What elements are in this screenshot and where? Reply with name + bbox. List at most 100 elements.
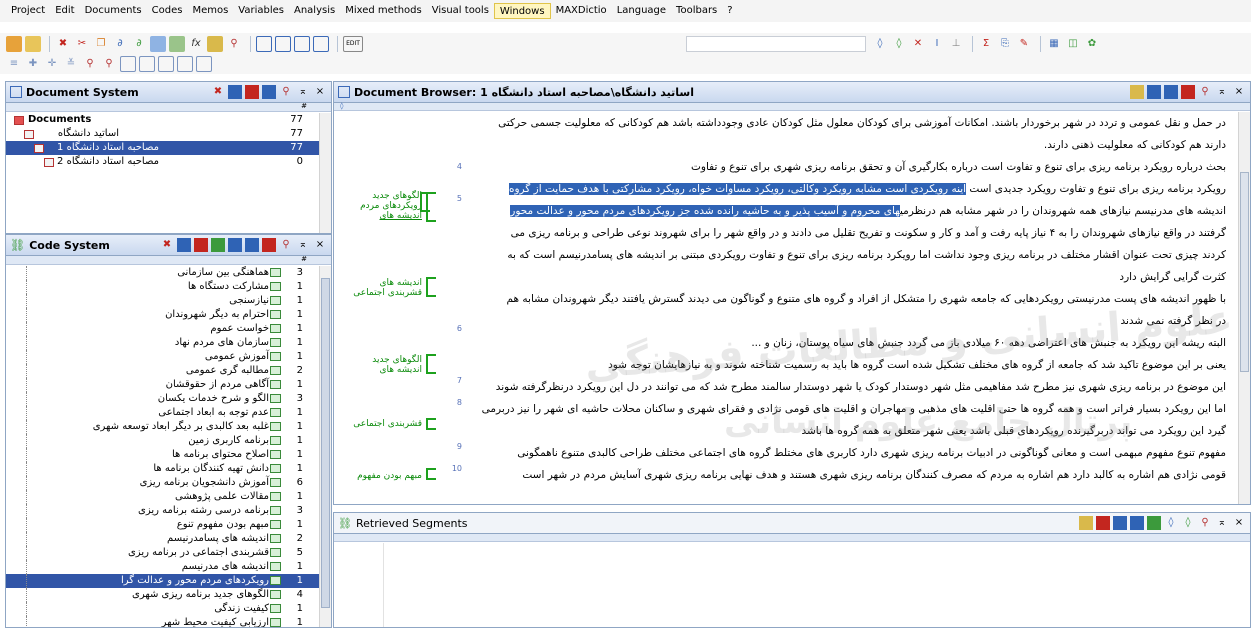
pin-icon[interactable]: ⌅ <box>1215 516 1229 530</box>
memo-icon[interactable] <box>207 36 223 52</box>
code-item[interactable]: آگاهی مردم از حقوقشان 1 <box>6 378 319 392</box>
doc-search-icon[interactable]: ⚲ <box>279 85 293 99</box>
code-system-scrollbar[interactable] <box>319 266 331 627</box>
close-pane-icon[interactable]: × <box>1232 85 1246 99</box>
tag-icon[interactable]: ⎘ <box>997 36 1013 52</box>
code-search-icon[interactable]: ⚲ <box>279 238 293 252</box>
retrieved-window-icon[interactable] <box>313 36 329 52</box>
code-item[interactable]: رویکردهای مردم محور و عدالت گرا 1 <box>6 574 319 588</box>
close-codes-icon[interactable]: ✖ <box>160 238 174 252</box>
add-icon[interactable]: ✛ <box>44 56 60 72</box>
code-view-icon[interactable] <box>177 238 191 252</box>
margin-code-label[interactable]: رویکردهای مردم <box>360 201 422 211</box>
grid-icon[interactable] <box>169 36 185 52</box>
expand-all-icon[interactable]: ✚ <box>25 56 41 72</box>
layout-icon[interactable] <box>139 56 155 72</box>
menu-item[interactable]: Codes <box>147 3 188 19</box>
search-icon[interactable]: ⚲ <box>226 36 242 52</box>
margin-code-label[interactable]: الگوهای جدید <box>372 355 422 365</box>
code-bracket-icon[interactable] <box>426 277 436 297</box>
menu-item[interactable]: Edit <box>50 3 79 19</box>
retrieved-export-icon[interactable] <box>1096 516 1110 530</box>
code-item[interactable]: احترام به دیگر شهروندان 1 <box>6 308 319 322</box>
export-icon[interactable]: ◫ <box>1065 36 1081 52</box>
code-item[interactable]: خواست عموم 1 <box>6 322 319 336</box>
retrieved-print-icon[interactable] <box>1079 516 1093 530</box>
memo-link-icon[interactable]: ∂ <box>131 36 147 52</box>
margin-code-label[interactable]: مبهم بودن مفهوم <box>357 471 422 481</box>
code-item[interactable]: اصلاح محتوای برنامه ها 1 <box>6 448 319 462</box>
columns-icon[interactable] <box>177 56 193 72</box>
retrieved-smart-icon[interactable] <box>1147 516 1161 530</box>
pin-icon[interactable]: ⌅ <box>296 85 310 99</box>
retrieved-list-icon[interactable] <box>1130 516 1144 530</box>
code-item[interactable]: اندیشه های پسامدرنیسم 2 <box>6 532 319 546</box>
close-pane-icon[interactable]: × <box>313 85 327 99</box>
retrieved-view-icon[interactable] <box>1113 516 1127 530</box>
retrieved-search-icon[interactable]: ⚲ <box>1198 516 1212 530</box>
documents-root[interactable]: Documents 77 <box>6 113 319 127</box>
document-group[interactable]: اساتید دانشگاه 77 <box>6 127 319 141</box>
code-item[interactable]: برنامه درسی رشته برنامه ریزی 3 <box>6 504 319 518</box>
find-next-icon[interactable]: ⚲ <box>101 56 117 72</box>
menu-item[interactable]: MAXDictio <box>551 3 612 19</box>
margin-code-label[interactable]: الگوهای جدید <box>372 191 422 201</box>
browser-memo-icon[interactable] <box>1164 85 1178 99</box>
browser-window-icon[interactable] <box>294 36 310 52</box>
function-icon[interactable]: fx <box>188 36 204 52</box>
menu-item[interactable]: Mixed methods <box>340 3 427 19</box>
sigma-icon[interactable]: Σ <box>978 36 994 52</box>
menu-item[interactable]: Analysis <box>289 3 340 19</box>
doc-filter-icon[interactable] <box>262 85 276 99</box>
find-icon[interactable]: ⚲ <box>82 56 98 72</box>
code-item[interactable]: قشربندی اجتماعی در برنامه ریزی 5 <box>6 546 319 560</box>
pin-icon[interactable]: ⌅ <box>296 238 310 252</box>
code-memo-icon[interactable] <box>194 238 208 252</box>
code-item[interactable]: آموزش عمومی 1 <box>6 350 319 364</box>
document-item[interactable]: مصاحبه استاد دانشگاه 1 77 <box>6 141 319 155</box>
retrieved-prev-icon[interactable]: ◊ <box>1164 516 1178 530</box>
code-item[interactable]: برنامه کاربری زمین 1 <box>6 434 319 448</box>
code-item[interactable]: آموزش دانشجویان برنامه ریزی 6 <box>6 476 319 490</box>
close-pane-icon[interactable]: × <box>1232 516 1246 530</box>
code-bracket-icon[interactable] <box>426 468 436 480</box>
document-browser-scroll-thumb[interactable] <box>1240 172 1249 372</box>
link-icon[interactable]: ∂ <box>112 36 128 52</box>
code-system-window-icon[interactable] <box>275 36 291 52</box>
menu-item[interactable]: Language <box>612 3 671 19</box>
doc-memo-icon[interactable] <box>245 85 259 99</box>
menu-item[interactable]: Windows <box>493 3 551 19</box>
split-icon[interactable] <box>158 56 174 72</box>
code-item[interactable]: الگو و شرح خدمات یکسان 3 <box>6 392 319 406</box>
margin-code-label[interactable]: اندیشه های <box>380 365 422 375</box>
delete-icon[interactable]: ✖ <box>55 36 71 52</box>
margin-code-label[interactable]: قشربندی اجتماعی <box>353 419 422 429</box>
strike-icon[interactable]: ⊥ <box>948 36 964 52</box>
collapse-all-icon[interactable]: ≡ <box>6 56 22 72</box>
code-bracket-icon[interactable] <box>426 354 436 374</box>
doc-system-window-icon[interactable] <box>256 36 272 52</box>
code-bracket-icon[interactable] <box>420 192 430 212</box>
code-item[interactable]: عدم توجه به ابعاد اجتماعی 1 <box>6 406 319 420</box>
copy-icon[interactable]: ❐ <box>93 36 109 52</box>
highlight-icon[interactable]: ✎ <box>1016 36 1032 52</box>
code-bracket-icon[interactable] <box>426 418 436 430</box>
new-project-icon[interactable] <box>6 36 22 52</box>
open-project-icon[interactable] <box>25 36 41 52</box>
menu-item[interactable]: ? <box>722 3 737 19</box>
pin-icon[interactable]: ⌅ <box>1215 85 1229 99</box>
retrieved-next-icon[interactable]: ◊ <box>1181 516 1195 530</box>
code-item[interactable]: مشارکت دستگاه ها 1 <box>6 280 319 294</box>
code-item[interactable]: نیازسنجی 1 <box>6 294 319 308</box>
margin-code-label[interactable]: قشربندی اجتماعی <box>353 288 422 298</box>
visual-tool-icon[interactable]: ✿ <box>1084 36 1100 52</box>
browser-export-icon[interactable] <box>1181 85 1195 99</box>
code-item[interactable]: سازمان های مردم نهاد 1 <box>6 336 319 350</box>
document-item[interactable]: مصاحبه استاد دانشگاه 2 0 <box>6 155 319 169</box>
menu-item[interactable]: Toolbars <box>671 3 722 19</box>
code-freq-icon[interactable] <box>245 238 259 252</box>
code-item[interactable]: ارزیابی کیفیت محیط شهر 1 <box>6 616 319 627</box>
code-system-scroll-thumb[interactable] <box>321 278 330 608</box>
close-docs-icon[interactable]: ✖ <box>211 85 225 99</box>
code-filter-icon[interactable] <box>228 238 242 252</box>
